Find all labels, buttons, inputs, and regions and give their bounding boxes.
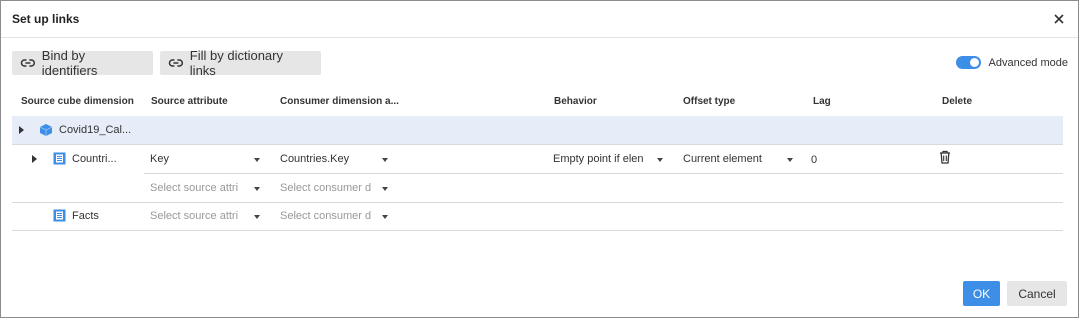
- consumer-attribute-value: Countries.Key: [280, 153, 350, 165]
- source-attribute-select[interactable]: Select source attri: [150, 208, 260, 226]
- source-attribute-select[interactable]: Select source attri: [150, 180, 260, 198]
- cube-name: Covid19_Cal...: [59, 124, 132, 136]
- advanced-mode-toggle[interactable]: [955, 56, 981, 69]
- dialog-title: Set up links: [12, 12, 80, 26]
- row-divider: [12, 230, 1063, 231]
- row-divider: [12, 144, 1063, 145]
- lag-input[interactable]: 0: [811, 154, 817, 166]
- header-offset-type: Offset type: [683, 96, 736, 107]
- expand-icon[interactable]: [19, 126, 24, 134]
- setup-links-dialog: Set up links Bind by identifiers Fill by…: [0, 0, 1079, 318]
- consumer-attribute-select[interactable]: Select consumer d: [280, 180, 388, 198]
- facts-name: Facts: [72, 210, 99, 222]
- source-attribute-value: Key: [150, 153, 169, 165]
- behavior-select[interactable]: Empty point if elen: [553, 151, 663, 169]
- cancel-button[interactable]: Cancel: [1007, 281, 1067, 306]
- bind-by-identifiers-button[interactable]: Bind by identifiers: [12, 48, 153, 78]
- close-icon[interactable]: [1050, 10, 1068, 28]
- row-divider: [144, 173, 1063, 174]
- header-delete: Delete: [942, 96, 973, 107]
- header-source-cube-dimension: Source cube dimension: [21, 96, 134, 107]
- offset-type-select[interactable]: Current element: [683, 151, 793, 169]
- behavior-value: Empty point if elen: [553, 153, 644, 165]
- header-source-attribute: Source attribute: [151, 96, 228, 107]
- expand-icon[interactable]: [32, 155, 37, 163]
- table-row-cube[interactable]: [12, 116, 1063, 144]
- header-lag: Lag: [813, 96, 831, 107]
- offset-type-value: Current element: [683, 153, 762, 165]
- ok-button[interactable]: OK: [963, 281, 1000, 306]
- fill-by-dictionary-links-label: Fill by dictionary links: [189, 48, 283, 78]
- link-icon: [20, 59, 35, 67]
- dimension-icon: [53, 152, 66, 168]
- dialog-titlebar: Set up links: [1, 1, 1078, 38]
- dimension-name: Countri...: [72, 153, 117, 165]
- consumer-attribute-select[interactable]: Countries.Key: [280, 151, 388, 169]
- link-icon: [168, 59, 183, 67]
- bind-by-identifiers-label: Bind by identifiers: [41, 48, 98, 78]
- consumer-attribute-placeholder: Select consumer d: [280, 210, 372, 222]
- cube-icon: [39, 123, 53, 140]
- source-attribute-select[interactable]: Key: [150, 151, 260, 169]
- advanced-mode-label: Advanced mode: [988, 56, 1069, 69]
- source-attribute-placeholder: Select source attri: [150, 182, 239, 194]
- advanced-mode-control: Advanced mode: [955, 56, 1069, 69]
- consumer-attribute-select[interactable]: Select consumer d: [280, 208, 388, 226]
- source-attribute-placeholder: Select source attri: [150, 210, 239, 222]
- header-behavior: Behavior: [554, 96, 597, 107]
- trash-icon[interactable]: [938, 150, 952, 167]
- facts-icon: [53, 209, 66, 225]
- row-divider: [12, 202, 1063, 203]
- fill-by-dictionary-links-button[interactable]: Fill by dictionary links: [160, 48, 321, 78]
- consumer-attribute-placeholder: Select consumer d: [280, 182, 372, 194]
- header-consumer-dimension-attribute: Consumer dimension a...: [280, 96, 399, 107]
